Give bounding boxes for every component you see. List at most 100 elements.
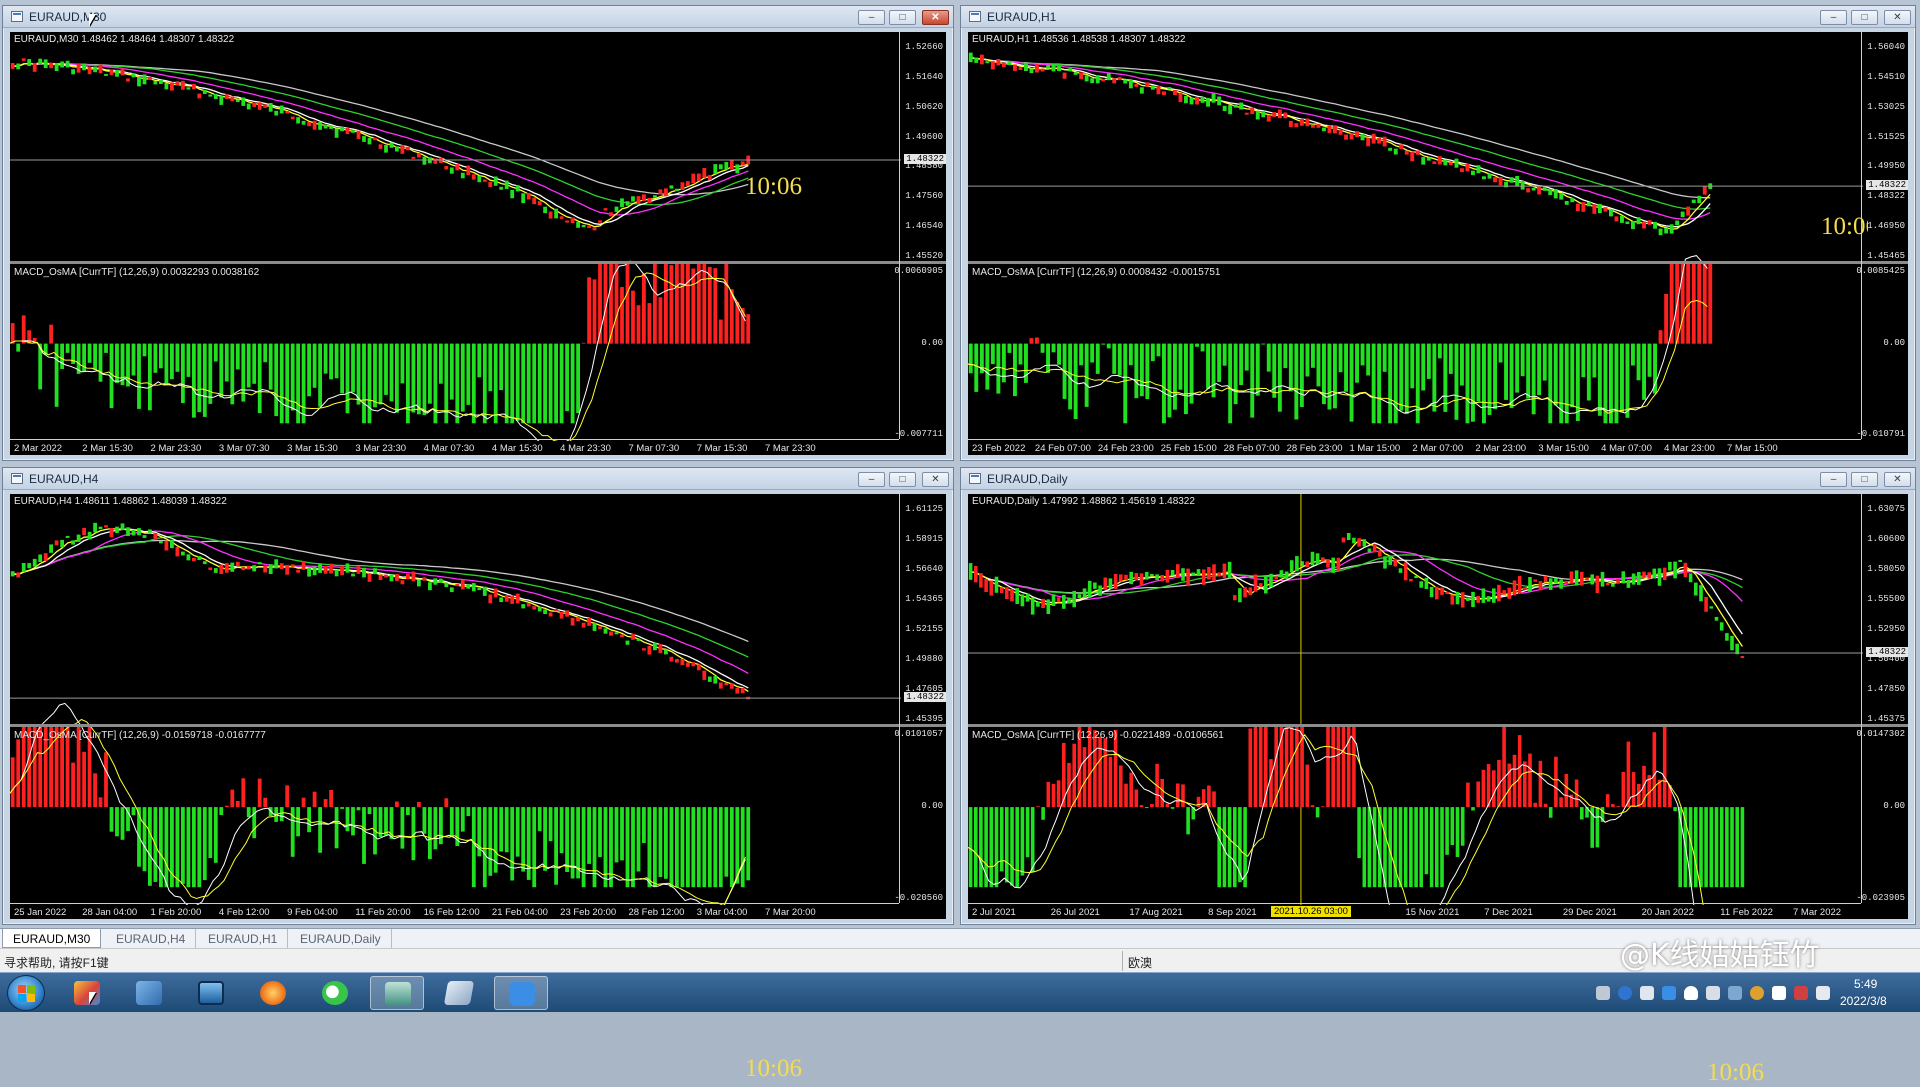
taskbar-app-paint[interactable] — [60, 976, 114, 1010]
speaker-icon[interactable] — [1706, 986, 1720, 1000]
keyboard-icon[interactable] — [1596, 986, 1610, 1000]
macd-tick-label: 0.0101057 — [894, 729, 943, 739]
candle — [1531, 187, 1536, 191]
candle — [1697, 195, 1702, 204]
ime-icon[interactable] — [1772, 986, 1786, 1000]
minimize-button[interactable]: – — [1820, 472, 1847, 487]
taskbar-date[interactable]: 2022/3/8 — [1840, 994, 1887, 1008]
chart-window-h1[interactable]: EURAUD,H1 – □ ✕ EURAUD,H1 1.48536 1.4853… — [960, 5, 1916, 461]
macd-histogram-bar — [1244, 343, 1249, 371]
mute-icon[interactable] — [1794, 986, 1808, 1000]
time-axis[interactable]: 2 Jul 2021 26 Jul 2021 17 Aug 2021 8 Sep 20… — [968, 903, 1861, 919]
taskbar-app-contacts[interactable] — [122, 976, 176, 1010]
taskbar-app-editor[interactable] — [494, 976, 548, 1010]
tab-euraud-m30[interactable]: EURAUD,M30 — [2, 929, 102, 948]
macd-histogram-bar — [526, 807, 531, 880]
candle — [1082, 588, 1087, 598]
macd-histogram-bar — [471, 807, 476, 888]
candle — [367, 137, 372, 145]
time-tick-label: 23 Feb 20:00 — [560, 907, 617, 918]
macd-histogram-bar — [1344, 343, 1348, 392]
taskbar-app-monitor[interactable] — [184, 976, 238, 1010]
candle — [208, 94, 213, 97]
input-method-icon[interactable] — [1728, 986, 1742, 1000]
macd-histogram-bar — [219, 343, 224, 398]
macd-histogram-bar — [82, 751, 86, 808]
chart-area[interactable]: EURAUD,H4 1.48611 1.48862 1.48039 1.4832… — [10, 494, 946, 1082]
pane-divider[interactable] — [10, 261, 946, 264]
macd-histogram-bar — [1652, 732, 1657, 808]
macd-histogram-bar — [974, 807, 978, 888]
macd-histogram-bar — [197, 807, 202, 888]
price-axis[interactable]: 1.63075 1.60600 1.58050 1.55500 1.52950 1.504… — [1856, 494, 1908, 903]
macd-histogram-bar — [1595, 807, 1600, 848]
minimize-button[interactable]: – — [858, 472, 885, 487]
taskbar-app-wechat[interactable] — [308, 976, 362, 1010]
macd-histogram-bar — [1010, 807, 1014, 886]
help-icon[interactable] — [1618, 986, 1632, 1000]
candle — [1528, 577, 1532, 592]
macd-histogram-bar — [1597, 343, 1602, 416]
price-axis[interactable]: 1.52660 1.51640 1.50620 1.49600 1.48580 1.475… — [894, 32, 946, 439]
signal-icon[interactable] — [1816, 986, 1830, 1000]
taskbar-app-notepad[interactable] — [432, 976, 486, 1010]
macd-histogram-bar — [1520, 343, 1525, 377]
time-axis[interactable]: 23 Feb 2022 24 Feb 07:00 24 Feb 23:00 25 Fe… — [968, 439, 1861, 455]
macd-histogram-bar — [1217, 343, 1222, 382]
macd-histogram-bar — [1233, 807, 1237, 888]
window-titlebar[interactable]: EURAUD,M30 – □ ✕ — [3, 6, 953, 28]
tab-euraud-h4[interactable]: EURAUD,H4 — [106, 929, 197, 948]
price-axis[interactable]: 1.56040 1.54510 1.53025 1.51525 1.49950 1.483… — [1856, 32, 1908, 439]
tab-euraud-daily[interactable]: EURAUD,Daily — [290, 929, 392, 948]
taskbar-app-trading-terminal[interactable] — [370, 976, 424, 1010]
security-icon[interactable] — [1750, 986, 1764, 1000]
chart-window-h4[interactable]: EURAUD,H4 – □ ✕ EURAUD,H4 1.48611 1.4886… — [2, 467, 954, 1082]
tab-euraud-h1[interactable]: EURAUD,H1 — [198, 929, 289, 948]
network-icon[interactable] — [1640, 986, 1654, 1000]
maximize-button[interactable]: □ — [889, 472, 916, 487]
moving-average-line — [970, 56, 1711, 230]
taskbar-time[interactable]: 5:49 — [1854, 977, 1877, 991]
minimize-button[interactable]: – — [1820, 10, 1847, 25]
candle — [1586, 202, 1591, 207]
start-button[interactable] — [7, 975, 45, 1011]
chart-window-d1[interactable]: EURAUD,Daily – □ ✕ EURAUD,Daily 1.47992 … — [960, 467, 1916, 1086]
time-axis[interactable]: 25 Jan 2022 28 Jan 04:00 1 Feb 20:00 4 Feb … — [10, 903, 899, 919]
taskbar-app-browser[interactable] — [246, 976, 300, 1010]
candle — [543, 206, 547, 214]
maximize-button[interactable]: □ — [1851, 472, 1878, 487]
minimize-button[interactable]: – — [858, 10, 885, 25]
pane-divider[interactable] — [968, 724, 1908, 727]
close-button[interactable]: ✕ — [1884, 10, 1911, 25]
window-titlebar[interactable]: EURAUD,H4 – □ ✕ — [3, 468, 953, 490]
price-axis[interactable]: 1.61125 1.58915 1.56640 1.54365 1.52155 1.498… — [894, 494, 946, 903]
shield-icon[interactable] — [1684, 986, 1698, 1000]
close-button[interactable]: ✕ — [922, 472, 949, 487]
candle — [1084, 75, 1089, 82]
pane-divider[interactable] — [968, 261, 1908, 264]
candle — [482, 179, 487, 182]
chart-area[interactable]: EURAUD,H1 1.48536 1.48538 1.48307 1.4832… — [968, 32, 1908, 455]
candle — [1305, 118, 1310, 127]
candle — [1029, 68, 1034, 74]
macd-histogram-bar — [1455, 807, 1460, 857]
macd-histogram-bar — [1051, 783, 1056, 808]
time-axis[interactable]: 2 Mar 2022 2 Mar 15:30 2 Mar 23:30 3 Mar 07… — [10, 439, 899, 455]
close-button[interactable]: ✕ — [1884, 472, 1911, 487]
candle — [1559, 193, 1564, 200]
candle — [1217, 96, 1222, 106]
maximize-button[interactable]: □ — [889, 10, 916, 25]
status-profile[interactable]: 欧澳 — [1128, 954, 1152, 971]
window-titlebar[interactable]: EURAUD,Daily – □ ✕ — [961, 468, 1915, 490]
macd-histogram-bar — [351, 807, 355, 836]
chart-window-m30[interactable]: EURAUD,M30 – □ ✕ EURAUD,M30 1.48462 1.48… — [2, 5, 954, 461]
window-titlebar[interactable]: EURAUD,H1 – □ ✕ — [961, 6, 1915, 28]
pane-divider[interactable] — [10, 724, 946, 727]
candle — [1585, 577, 1589, 581]
close-button[interactable]: ✕ — [922, 10, 949, 25]
candle — [170, 82, 174, 91]
maximize-button[interactable]: □ — [1851, 10, 1878, 25]
bluetooth-icon[interactable] — [1662, 986, 1676, 1000]
chart-area[interactable]: EURAUD,Daily 1.47992 1.48862 1.45619 1.4… — [968, 494, 1908, 1086]
chart-area[interactable]: EURAUD,M30 1.48462 1.48464 1.48307 1.483… — [10, 32, 946, 455]
